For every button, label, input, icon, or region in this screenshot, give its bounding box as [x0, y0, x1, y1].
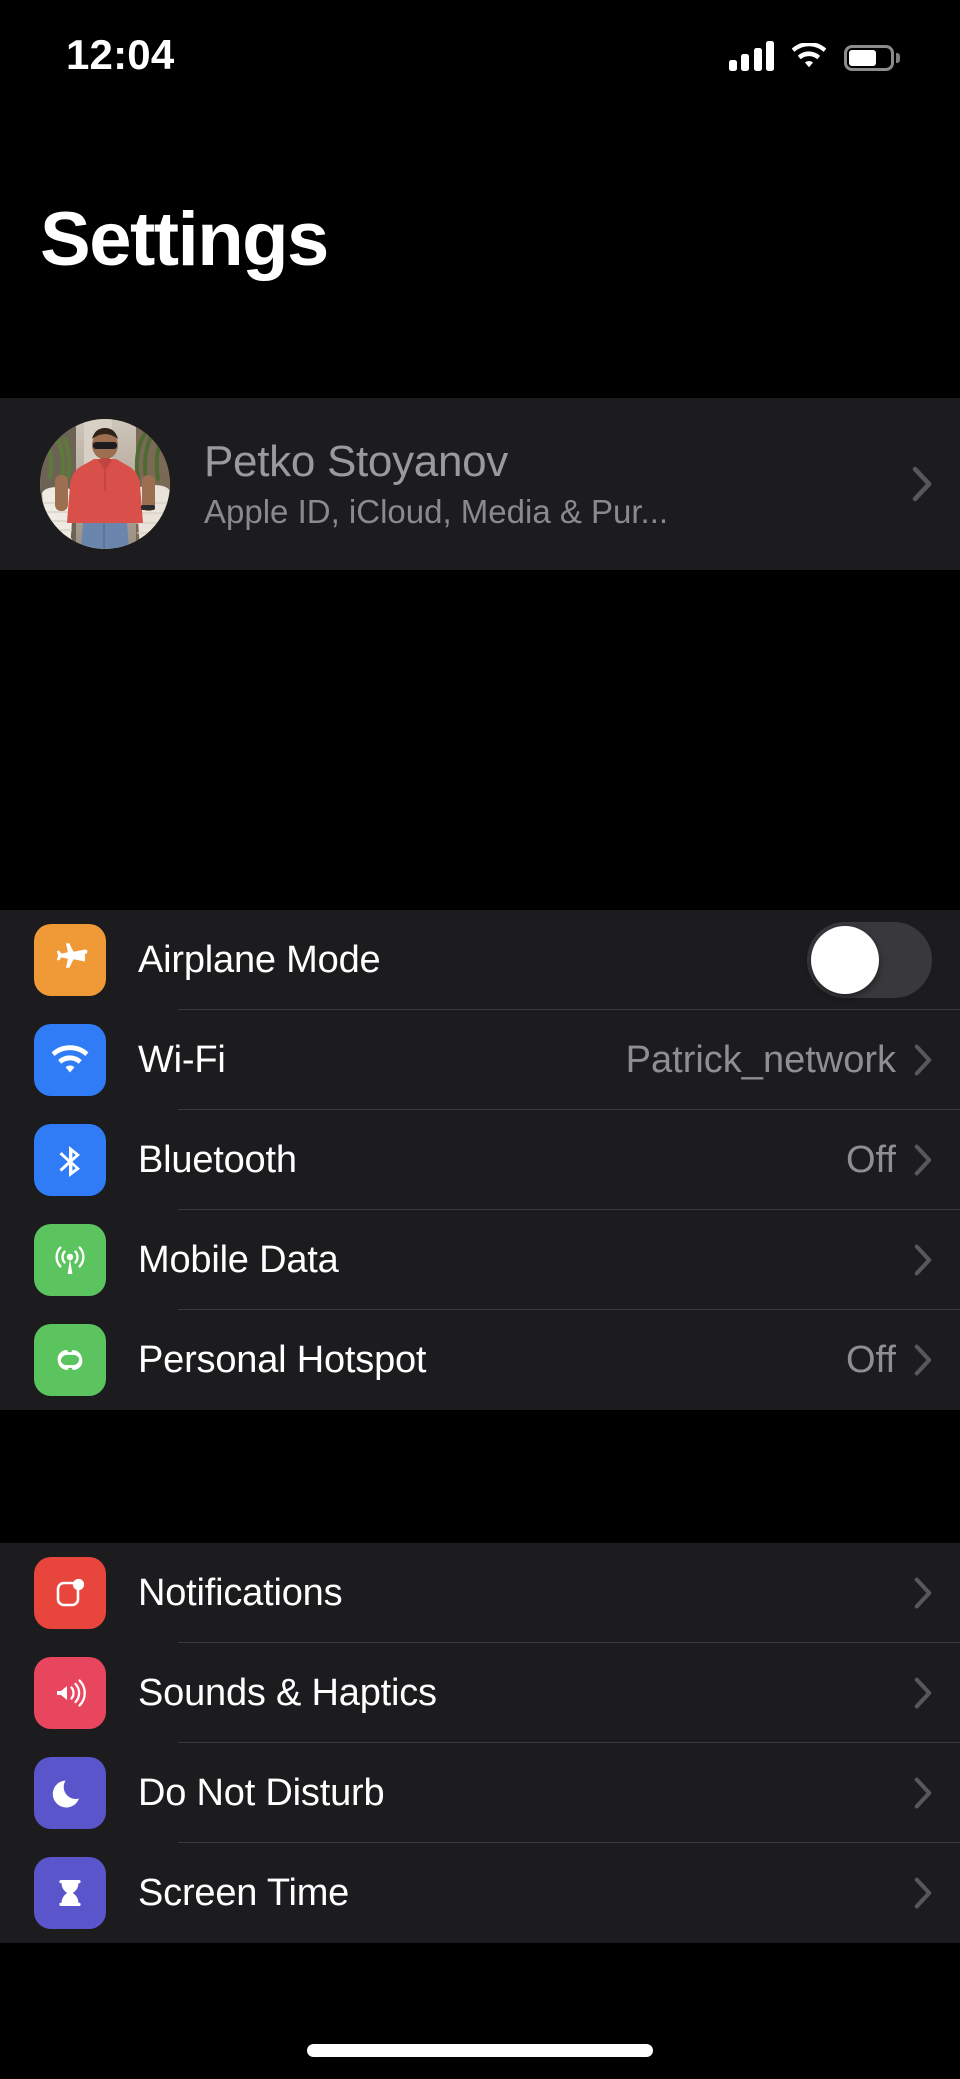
settings-row-label: Mobile Data — [138, 1238, 339, 1281]
airplane-icon — [34, 924, 106, 996]
status-bar-clock: 12:04 — [66, 31, 175, 78]
iphone-settings-screen: 12:04 Settings Petko Stoyanov Apple ID, … — [0, 0, 960, 2079]
toggle-knob — [811, 926, 879, 994]
page-title: Settings — [40, 197, 329, 282]
settings-row-label: Bluetooth — [138, 1138, 297, 1181]
speaker-waves-icon — [34, 1657, 106, 1729]
settings-row-label: Screen Time — [138, 1871, 350, 1914]
wifi-network-value: Patrick_network — [625, 1038, 896, 1081]
status-bar: 12:04 — [0, 0, 960, 96]
apple-id-row[interactable]: Petko Stoyanov Apple ID, iCloud, Media &… — [0, 398, 960, 570]
chevron-right-icon — [914, 1044, 932, 1076]
settings-row-sounds-haptics[interactable]: Sounds & Haptics — [0, 1643, 960, 1743]
settings-row-airplane-mode[interactable]: Airplane Mode — [0, 910, 960, 1010]
settings-row-control — [896, 1677, 932, 1709]
settings-row-label: Sounds & Haptics — [138, 1671, 437, 1714]
bluetooth-state-value: Off — [846, 1138, 896, 1181]
chevron-right-icon — [914, 1577, 932, 1609]
settings-row-control: Off — [846, 1339, 932, 1382]
settings-row-label: Airplane Mode — [138, 938, 381, 981]
wifi-icon — [791, 43, 827, 68]
chevron-right-icon — [914, 1777, 932, 1809]
status-bar-indicators — [728, 41, 900, 71]
hotspot-link-icon — [34, 1324, 106, 1396]
settings-row-screen-time[interactable]: Screen Time — [0, 1843, 960, 1943]
settings-row-label: Personal Hotspot — [138, 1338, 427, 1381]
settings-row-personal-hotspot[interactable]: Personal Hotspot Off — [0, 1310, 960, 1410]
settings-row-notifications[interactable]: Notifications — [0, 1543, 960, 1643]
chevron-right-icon — [914, 1144, 932, 1176]
chevron-right-icon — [912, 466, 932, 502]
wifi-icon — [34, 1024, 106, 1096]
chevron-right-icon — [914, 1677, 932, 1709]
airplane-mode-toggle[interactable] — [807, 922, 932, 998]
settings-row-control: Off — [846, 1139, 932, 1182]
apple-id-subtitle: Apple ID, iCloud, Media & Pur... — [204, 493, 669, 530]
chevron-right-icon — [914, 1344, 932, 1376]
settings-row-control — [807, 922, 932, 998]
apple-id-text: Petko Stoyanov Apple ID, iCloud, Media &… — [204, 437, 668, 531]
apple-id-name: Petko Stoyanov — [204, 437, 508, 486]
settings-row-control — [896, 1877, 932, 1909]
settings-row-label: Wi-Fi — [138, 1038, 226, 1081]
chevron-right-icon — [914, 1877, 932, 1909]
cellular-signal-icon — [728, 41, 774, 71]
settings-group-alerts: Notifications Sounds & Haptics Do Not Di… — [0, 1543, 960, 1943]
home-indicator-bar[interactable] — [307, 2044, 653, 2057]
cellular-tower-icon — [34, 1224, 106, 1296]
settings-row-control: Patrick_network — [626, 1039, 932, 1082]
settings-row-control — [896, 1777, 932, 1809]
hotspot-state-value: Off — [846, 1338, 896, 1381]
settings-row-bluetooth[interactable]: Bluetooth Off — [0, 1110, 960, 1210]
chevron-right-icon — [914, 1244, 932, 1276]
user-avatar-photo — [40, 419, 170, 549]
crescent-moon-icon — [34, 1757, 106, 1829]
settings-row-label: Do Not Disturb — [138, 1771, 385, 1814]
settings-group-connectivity: Airplane Mode Wi-Fi Patrick_network Blue… — [0, 910, 960, 1410]
notifications-badge-icon — [34, 1557, 106, 1629]
settings-row-wifi[interactable]: Wi-Fi Patrick_network — [0, 1010, 960, 1110]
settings-row-mobile-data[interactable]: Mobile Data — [0, 1210, 960, 1310]
bluetooth-icon — [34, 1124, 106, 1196]
settings-row-control — [896, 1244, 932, 1276]
hourglass-icon — [34, 1857, 106, 1929]
battery-icon — [844, 45, 900, 71]
settings-row-control — [896, 1577, 932, 1609]
apple-id-section: Petko Stoyanov Apple ID, iCloud, Media &… — [0, 398, 960, 570]
settings-row-do-not-disturb[interactable]: Do Not Disturb — [0, 1743, 960, 1843]
settings-row-label: Notifications — [138, 1571, 343, 1614]
